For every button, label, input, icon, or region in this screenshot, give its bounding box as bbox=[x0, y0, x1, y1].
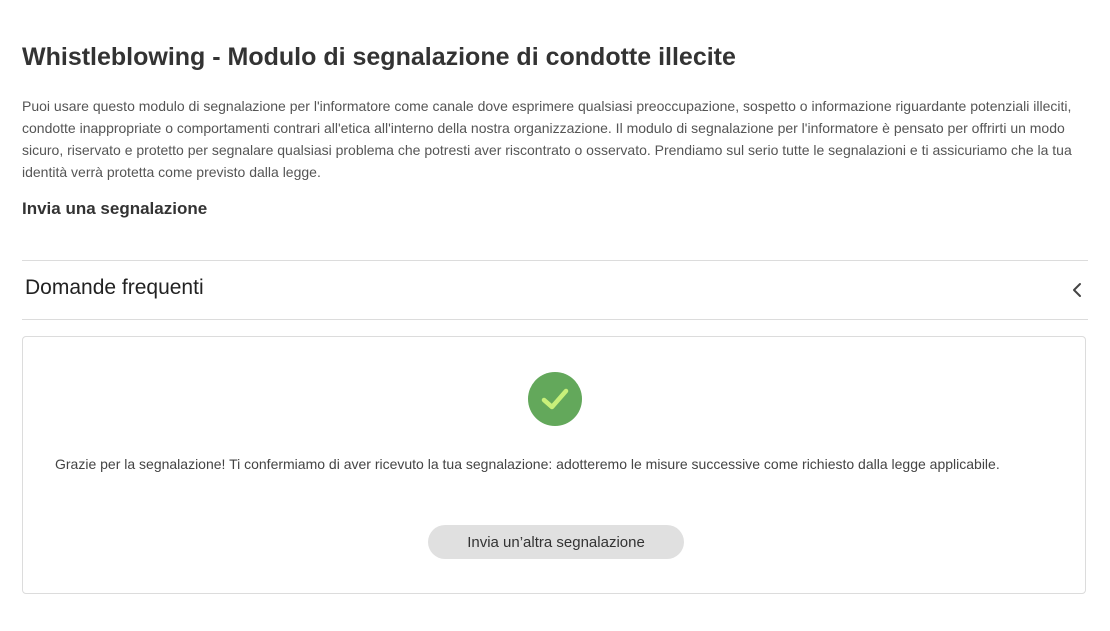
faq-label: Domande frequenti bbox=[25, 276, 204, 299]
page-title: Whistleblowing - Modulo di segnalazione … bbox=[22, 43, 736, 71]
intro-paragraph: Puoi usare questo modulo di segnalazione… bbox=[22, 98, 1072, 180]
submit-another-report-button[interactable]: Invia un’altra segnalazione bbox=[428, 525, 684, 559]
confirmation-message: Grazie per la segnalazione! Ti confermia… bbox=[55, 456, 1000, 472]
faq-accordion-toggle[interactable]: Domande frequenti bbox=[22, 261, 1088, 319]
submit-report-link[interactable]: Invia una segnalazione bbox=[22, 199, 207, 219]
check-circle-icon bbox=[528, 372, 582, 426]
chevron-left-icon bbox=[1066, 279, 1088, 301]
divider-bottom bbox=[22, 319, 1088, 320]
whistleblowing-page: Whistleblowing - Modulo di segnalazione … bbox=[0, 0, 1110, 631]
confirmation-card: Grazie per la segnalazione! Ti confermia… bbox=[22, 336, 1086, 594]
